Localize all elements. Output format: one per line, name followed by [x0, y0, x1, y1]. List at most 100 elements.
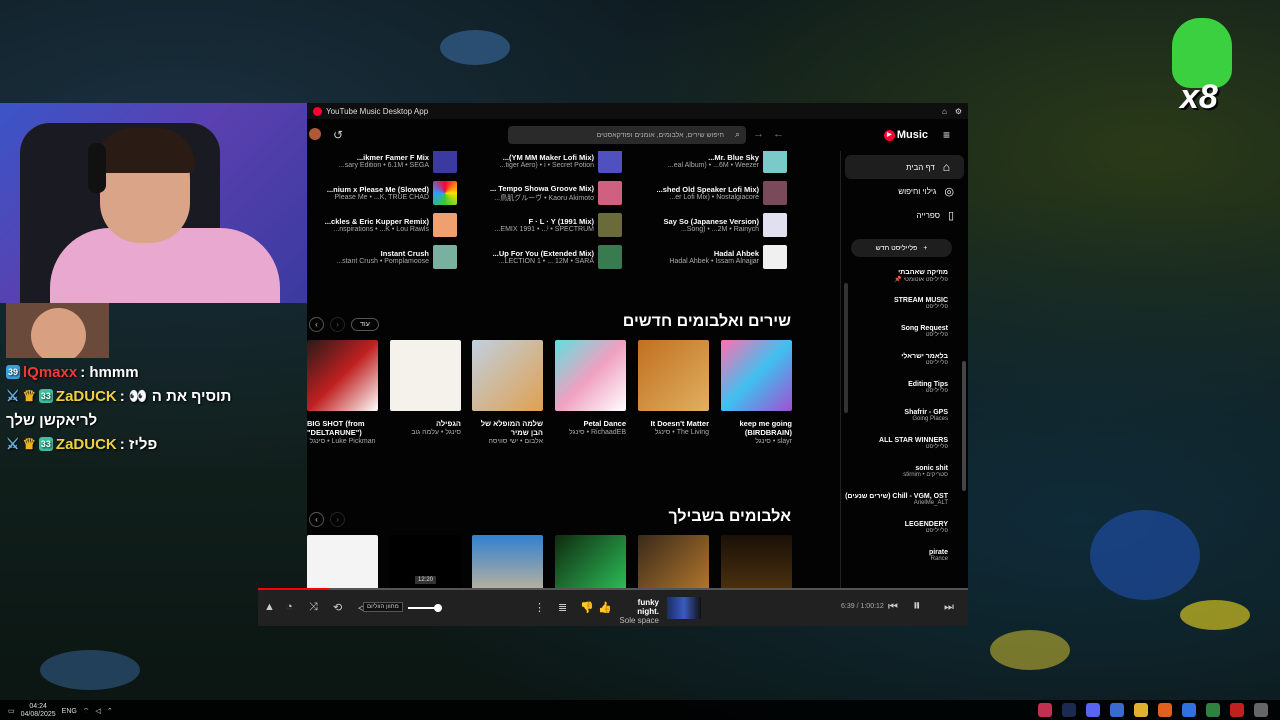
history-icon[interactable]: ↺ [333, 128, 343, 142]
carousel-prev-button[interactable]: ‹ [309, 317, 324, 332]
discord-icon[interactable] [1086, 703, 1100, 717]
app-icon[interactable] [1254, 703, 1268, 717]
speaker-icon[interactable]: ◁ [95, 707, 100, 715]
brand-logo[interactable]: ▶ Music [883, 129, 928, 141]
album-card[interactable] [555, 535, 626, 588]
list-item[interactable]: LEGENDERY פלייליסט [841, 517, 968, 545]
album-card[interactable]: הגפילה סינגל • עלמה גוב [390, 340, 461, 437]
more-options-icon[interactable]: ⋮ [534, 601, 545, 614]
quick-picks-column: ...(YM MM Maker Lofi Mix) ...tiger Aero) … [472, 151, 622, 273]
notification-icon[interactable]: ▭ [8, 707, 15, 715]
repeat-icon[interactable]: ⟲ [333, 601, 342, 614]
chat-text: : hmmm [80, 363, 139, 381]
track-thumbnail [763, 213, 787, 237]
list-item[interactable]: בלאמר ישראלי פלייליסט [841, 349, 968, 377]
album-art [472, 340, 543, 411]
list-item[interactable]: ...nium x Please Me (Slowed) Please Me • … [307, 177, 457, 209]
volume-slider[interactable] [408, 604, 442, 612]
app-icon[interactable] [1110, 703, 1124, 717]
tray-chevron-icon[interactable]: ⌃ [107, 707, 113, 715]
like-icon[interactable]: 👍 [598, 601, 612, 614]
list-item[interactable]: Instant Crush ...stant Crush • Pomplamoos… [307, 241, 457, 273]
progress-bar[interactable] [258, 588, 968, 590]
album-card[interactable] [638, 535, 709, 588]
timer-icon[interactable]: ◔ [286, 601, 293, 613]
youtube-music-taskbar-icon[interactable] [1038, 703, 1052, 717]
album-card[interactable]: שלמה המופלא של הבן שמיר אלבום • ישי סוויס… [472, 340, 543, 446]
list-item[interactable]: ...(YM MM Maker Lofi Mix) ...tiger Aero) … [472, 151, 622, 177]
now-playing-artist: Sole space [619, 616, 659, 625]
album-card[interactable]: BIG SHOT (from "DELTARUNE") סינגל • Luke … [307, 340, 378, 446]
firefox-icon[interactable] [1158, 703, 1172, 717]
sidebar-scrollbar[interactable] [962, 361, 966, 491]
list-item[interactable]: Song Request פלייליסט [841, 321, 968, 349]
fish-decoration [440, 30, 510, 65]
chat-text: : 👀 תוסיף את ה [119, 388, 232, 405]
list-item[interactable]: מוזיקה שאהבתי 📌 פלייליסט אוטומטי [841, 265, 968, 293]
list-item[interactable]: ...Mr. Blue Sky ...eal Album) • ...6M • W… [637, 151, 787, 177]
list-item[interactable]: Hadal Ahbek Hadal Ahbek • Issam Alnajjar [637, 241, 787, 273]
list-item[interactable]: ...ikmer Famer F Mix ...sary Edition • 6.… [307, 151, 457, 177]
brand-text: Music [896, 129, 928, 141]
avatar[interactable] [309, 128, 321, 140]
list-item[interactable]: Shafrir - GPS Going Places [841, 405, 968, 433]
list-item[interactable]: pirate Rance [841, 545, 968, 573]
sword-icon: ⚔ [6, 436, 20, 453]
album-card[interactable]: It Doesn't Matter סינגל • The Living [638, 340, 709, 437]
carousel-next-button[interactable]: › [330, 317, 345, 332]
forward-button[interactable]: → [753, 128, 764, 140]
list-item[interactable]: Say So (Japanese Version) ...Song) • ...2… [637, 209, 787, 241]
expand-up-icon[interactable]: ▲ [264, 601, 275, 613]
shuffle-icon[interactable]: ⤨ [309, 601, 318, 614]
wifi-icon[interactable]: ⌔ [83, 707, 90, 716]
hamburger-menu-icon[interactable]: ≡ [943, 128, 950, 142]
previous-track-icon[interactable]: ⏮ [888, 601, 898, 614]
queue-icon[interactable]: ≣ [558, 601, 567, 614]
app-icon[interactable] [1206, 703, 1220, 717]
file-explorer-icon[interactable] [1134, 703, 1148, 717]
settings-icon[interactable]: ⚙ [955, 107, 962, 116]
sidebar-item-explore[interactable]: גילוי וחיפוש ◎ [841, 179, 968, 203]
carousel-prev-button[interactable]: ‹ [309, 512, 324, 527]
list-item[interactable]: ...shed Old Speaker Lofi Mix) ...er Lofi … [637, 177, 787, 209]
sidebar-item-library[interactable]: ספרייה ▯ [841, 203, 968, 227]
steam-icon[interactable] [1062, 703, 1076, 717]
back-button[interactable]: ← [773, 128, 784, 140]
album-card[interactable] [472, 535, 543, 588]
plus-icon: + [923, 244, 928, 252]
playback-time: 6:39 / 1:00:12 [841, 603, 884, 610]
main-content: ...ikmer Famer F Mix ...sary Edition • 6.… [307, 151, 841, 588]
album-card[interactable]: Petal Dance סינגל • RichaadEB [555, 340, 626, 437]
sidebar-item-home[interactable]: דף הבית ⌂ [845, 155, 964, 179]
pause-icon[interactable]: ⏸ [913, 597, 921, 614]
list-item[interactable]: ...ckles & Eric Kupper Remix) ...nspirati… [307, 209, 457, 241]
list-item[interactable]: Editing Tips פלייליסט [841, 377, 968, 405]
list-item[interactable]: sonic shit stirnim • סטריקים [841, 461, 968, 489]
album-card[interactable] [307, 535, 378, 588]
list-item[interactable]: ...Up For You (Extended Mix) ...LECTION 1… [472, 241, 622, 273]
carousel-next-button[interactable]: › [330, 512, 345, 527]
obs-icon[interactable] [1230, 703, 1244, 717]
clock-time: 04:24 [29, 703, 47, 710]
search-input[interactable]: חיפוש שירים, אלבומים, אומנים ופודקאסטים … [508, 126, 746, 144]
now-playing-info[interactable]: funky night. Sole space [615, 598, 659, 625]
list-item[interactable]: (שירים שנעים) Chill - VGM, OST ArielMe_AL… [841, 489, 968, 517]
dislike-icon[interactable]: 👎 [580, 601, 594, 614]
home-window-icon[interactable]: ⌂ [942, 107, 947, 116]
top-bar: ↺ חיפוש שירים, אלבומים, אומנים ופודקאסטי… [307, 119, 968, 153]
list-item[interactable]: STREAM MUSIC פלייליסט [841, 293, 968, 321]
album-card[interactable] [721, 535, 792, 588]
more-button[interactable]: עוד [351, 318, 379, 331]
clock-date: 04/08/2025 [20, 711, 56, 718]
new-playlist-button[interactable]: פלייליסט חדש + [851, 239, 952, 257]
album-card[interactable]: keep me going (BIRDBRAIN) סינגל • slayr [721, 340, 792, 446]
list-item[interactable]: ... Tempo Showa Groove Mix) ...鳥肌グルーヴ • K… [472, 177, 622, 209]
next-track-icon[interactable]: ⏭ [944, 601, 954, 614]
list-item[interactable]: F · L · Y (1991 Mix) ...EMIX 1991 • ...ᴵ … [472, 209, 622, 241]
now-playing-art[interactable] [667, 597, 701, 619]
app-icon[interactable] [1182, 703, 1196, 717]
album-art [307, 340, 378, 411]
list-item[interactable]: ALL STAR WINNERS פלייליסט [841, 433, 968, 461]
sub-badge: 39 [6, 365, 20, 379]
language-indicator[interactable]: ENG [62, 708, 77, 715]
